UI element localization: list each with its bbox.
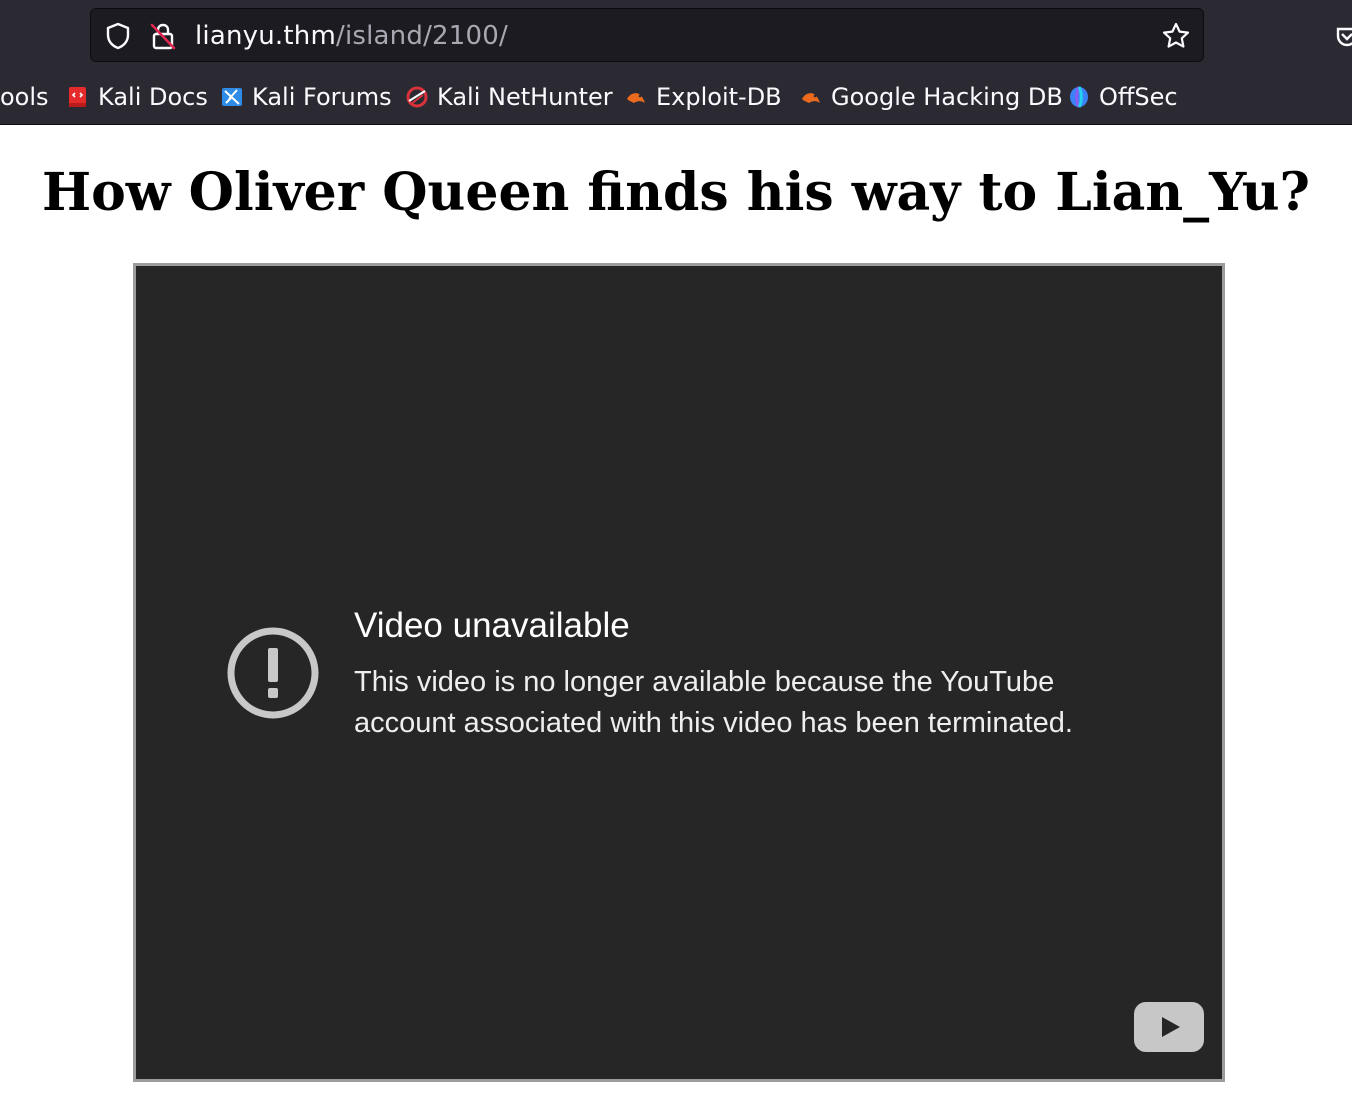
- youtube-logo-icon[interactable]: [1134, 1002, 1204, 1052]
- bookmark-label: Kali NetHunter: [437, 83, 613, 111]
- tracking-protection-shield-icon[interactable]: [105, 22, 131, 50]
- bookmark-kali-forums[interactable]: Kali Forums: [220, 82, 392, 112]
- exclamation-warning-icon: [227, 627, 319, 719]
- url-text[interactable]: lianyu.thm/island/2100/: [195, 20, 508, 52]
- browser-chrome: lianyu.thm/island/2100/ ools Kali Docs K…: [0, 0, 1352, 125]
- exploit-db-icon: [627, 93, 645, 103]
- address-bar[interactable]: lianyu.thm/island/2100/: [90, 8, 1204, 62]
- bookmark-label: OffSec: [1099, 83, 1178, 111]
- bookmark-label: Google Hacking DB: [831, 83, 1063, 111]
- url-path: /island/2100/: [336, 21, 508, 51]
- bookmark-offsec[interactable]: OffSec: [1067, 82, 1178, 112]
- embedded-video-player[interactable]: Video unavailable This video is no longe…: [133, 263, 1225, 1082]
- insecure-lock-icon[interactable]: [149, 21, 177, 51]
- bookmark-exploit-db[interactable]: Exploit-DB: [624, 82, 782, 112]
- bookmark-google-hacking-db[interactable]: Google Hacking DB: [799, 82, 1063, 112]
- offsec-icon: [1070, 86, 1088, 108]
- video-error-title: Video unavailable: [354, 606, 630, 645]
- pocket-icon[interactable]: [1334, 24, 1352, 50]
- bookmark-star-icon[interactable]: [1161, 21, 1191, 51]
- bookmark-label: Exploit-DB: [656, 83, 782, 111]
- bookmark-kali-tools[interactable]: ools: [0, 82, 49, 112]
- page-heading: How Oliver Queen finds his way to Lian_Y…: [41, 162, 1311, 223]
- bookmark-label: ools: [0, 83, 49, 111]
- video-error-message: This video is no longer available becaus…: [354, 666, 1073, 739]
- bookmarks-toolbar: ools Kali Docs Kali Forums Kali NetHunte…: [0, 72, 1352, 122]
- bookmark-label: Kali Forums: [252, 83, 392, 111]
- kali-docs-icon: [69, 87, 86, 107]
- kali-nethunter-icon: [406, 86, 428, 108]
- bookmark-kali-nethunter[interactable]: Kali NetHunter: [405, 82, 613, 112]
- url-host: lianyu.thm: [195, 21, 336, 51]
- ghdb-icon: [802, 93, 820, 103]
- bookmark-label: Kali Docs: [98, 83, 208, 111]
- bookmark-kali-docs[interactable]: Kali Docs: [66, 82, 208, 112]
- kali-forums-icon: [222, 88, 242, 106]
